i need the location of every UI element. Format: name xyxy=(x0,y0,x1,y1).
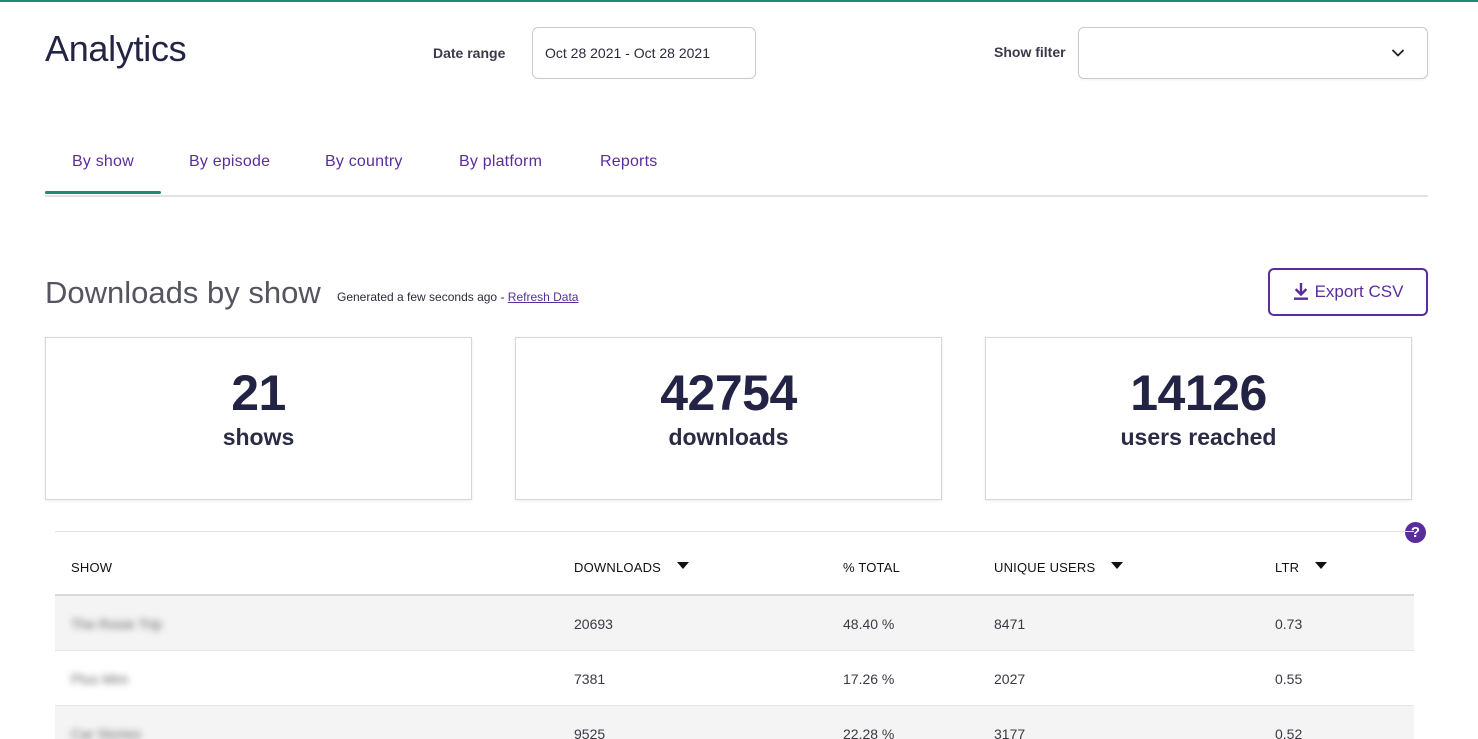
stat-value: 21 xyxy=(231,365,286,421)
stat-value: 14126 xyxy=(1130,365,1267,421)
cell-downloads: 7381 xyxy=(574,671,606,687)
generated-text: Generated a few seconds ago - xyxy=(337,290,508,304)
col-pct-label: % TOTAL xyxy=(843,560,901,575)
cell-ltr: 0.55 xyxy=(1275,671,1303,687)
col-unique-users[interactable]: UNIQUE USERS xyxy=(994,560,1124,575)
cell-show: Plus Mini xyxy=(71,671,128,687)
table-row[interactable]: Car Stories 9525 22.28 % 3177 0.52 xyxy=(55,706,1414,739)
date-range-input[interactable]: Oct 28 2021 - Oct 28 2021 xyxy=(532,27,756,79)
export-csv-label: Export CSV xyxy=(1314,282,1404,301)
table-row[interactable]: The Rosie Trip 20693 48.40 % 8471 0.73 xyxy=(55,596,1414,651)
export-csv-button[interactable]: Export CSV xyxy=(1268,268,1428,316)
cell-downloads: 9525 xyxy=(574,726,606,739)
cell-ltr: 0.52 xyxy=(1275,726,1303,739)
col-ltr[interactable]: LTR xyxy=(1275,560,1328,575)
stat-card-downloads: 42754 downloads xyxy=(515,337,942,500)
col-downloads[interactable]: DOWNLOADS xyxy=(574,560,690,575)
generated-status: Generated a few seconds ago - Refresh Da… xyxy=(337,290,578,304)
cell-show: The Rosie Trip xyxy=(71,616,163,632)
cell-users: 3177 xyxy=(994,726,1026,739)
cell-pct: 17.26 % xyxy=(843,671,895,687)
stat-card-shows: 21 shows xyxy=(45,337,472,500)
tab-by-platform[interactable]: By platform xyxy=(459,153,542,171)
col-users-label: UNIQUE USERS xyxy=(994,560,1096,575)
top-accent-bar xyxy=(0,0,1478,2)
cell-pct: 22.28 % xyxy=(843,726,895,739)
col-pct-total: % TOTAL xyxy=(843,560,900,575)
active-tab-indicator xyxy=(45,191,161,194)
download-icon xyxy=(1293,283,1308,300)
tab-reports[interactable]: Reports xyxy=(600,153,657,171)
stat-label: users reached xyxy=(1120,424,1277,450)
stat-value: 42754 xyxy=(660,365,797,421)
cell-ltr: 0.73 xyxy=(1275,616,1303,632)
stat-label: shows xyxy=(222,424,295,450)
col-show-label: SHOW xyxy=(71,560,113,575)
cell-users: 2027 xyxy=(994,671,1026,687)
date-range-label: Date range xyxy=(433,45,506,61)
section-title: Downloads by show xyxy=(45,275,321,310)
cell-pct: 48.40 % xyxy=(843,616,895,632)
show-filter-label: Show filter xyxy=(994,44,1066,60)
page-title: Analytics xyxy=(45,28,187,69)
table-row[interactable]: Plus Mini 7381 17.26 % 2027 0.55 xyxy=(55,651,1414,706)
tab-by-episode[interactable]: By episode xyxy=(189,153,270,171)
tab-by-show[interactable]: By show xyxy=(72,153,134,171)
refresh-data-link[interactable]: Refresh Data xyxy=(508,290,579,304)
downloads-table: SHOW DOWNLOADS % TOTAL UNIQUE USERS LTR … xyxy=(55,531,1414,739)
stat-label: downloads xyxy=(668,424,789,450)
tab-by-country[interactable]: By country xyxy=(325,153,403,171)
sort-arrow-icon[interactable] xyxy=(677,562,690,569)
col-downloads-label: DOWNLOADS xyxy=(574,560,662,575)
tab-bar: By show By episode By country By platfor… xyxy=(45,133,1428,197)
col-show: SHOW xyxy=(71,560,112,575)
cell-downloads: 20693 xyxy=(574,616,613,632)
table-header: SHOW DOWNLOADS % TOTAL UNIQUE USERS LTR xyxy=(55,532,1414,596)
chevron-down-icon xyxy=(1392,49,1404,57)
cell-users: 8471 xyxy=(994,616,1026,632)
stat-card-users: 14126 users reached xyxy=(985,337,1412,500)
show-filter-select[interactable] xyxy=(1078,27,1428,79)
sort-arrow-icon[interactable] xyxy=(1111,562,1124,569)
sort-arrow-icon[interactable] xyxy=(1315,562,1328,569)
cell-show: Car Stories xyxy=(71,726,142,739)
col-ltr-label: LTR xyxy=(1275,560,1300,575)
